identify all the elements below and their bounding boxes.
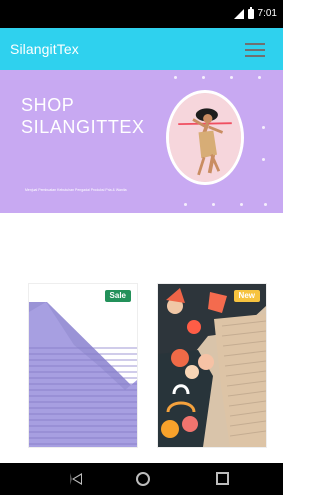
hamburger-menu-icon — [245, 49, 265, 51]
hamburger-menu-button[interactable] — [245, 43, 265, 57]
lavender-ribbed-fabric-icon — [29, 284, 137, 447]
dot — [202, 76, 205, 79]
hero-subtitle: Menjual Pembuatan Kebutuhan Pengadai Pro… — [25, 188, 127, 192]
dot — [264, 203, 267, 206]
signal-icon — [233, 8, 244, 19]
dot — [240, 203, 243, 206]
dot — [230, 76, 233, 79]
dot — [184, 203, 187, 206]
status-time: 7:01 — [257, 8, 277, 19]
hero-title-line: SILANGITTEX — [21, 117, 145, 137]
hero-banner: SHOP SILANGITTEX Menjual Pembuatan Kebut… — [0, 70, 283, 213]
model-photo — [166, 90, 244, 185]
hero-title-line: SHOP — [21, 95, 75, 115]
dot — [262, 158, 265, 161]
android-navigation-bar — [0, 463, 283, 495]
back-icon[interactable] — [70, 473, 82, 485]
app-bar: SilangitTex — [0, 28, 283, 70]
dot — [262, 126, 265, 129]
hamburger-menu-icon — [245, 55, 265, 57]
dot — [212, 203, 215, 206]
app-title: SilangitTex — [10, 41, 79, 57]
home-icon[interactable] — [136, 472, 150, 486]
dancer-illustration-icon — [169, 93, 241, 182]
recent-apps-icon[interactable] — [216, 472, 229, 485]
hero-title: SHOP SILANGITTEX — [21, 94, 171, 138]
printed-fabric-icon — [158, 284, 266, 447]
dot — [258, 76, 261, 79]
status-right: 7:01 — [233, 6, 277, 20]
sale-badge: Sale — [104, 290, 131, 302]
product-card-new[interactable]: New — [157, 283, 267, 448]
new-badge: New — [233, 290, 260, 302]
dot — [174, 76, 177, 79]
product-card-sale[interactable]: Sale — [28, 283, 138, 448]
battery-icon — [247, 6, 254, 19]
status-bar: 7:01 — [0, 0, 283, 28]
product-section: Sale New — [0, 213, 283, 463]
hamburger-menu-icon — [245, 43, 265, 45]
